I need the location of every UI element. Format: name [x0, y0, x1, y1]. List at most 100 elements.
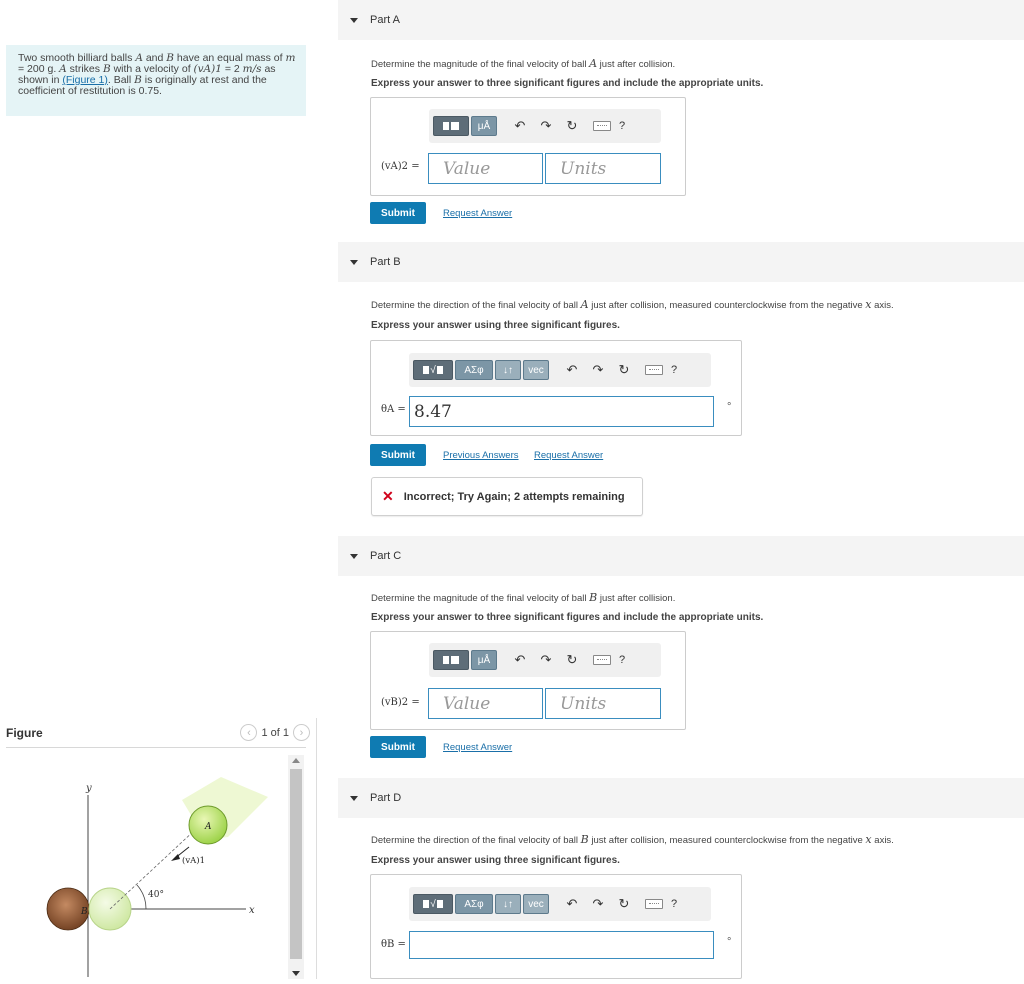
- redo-icon[interactable]: ↷: [589, 362, 607, 378]
- template-icon: [436, 900, 443, 908]
- part-c-submit-button[interactable]: Submit: [370, 736, 426, 758]
- part-title: Part C: [370, 550, 402, 562]
- part-d-header[interactable]: Part D: [338, 778, 1024, 818]
- help-button[interactable]: ?: [671, 898, 677, 910]
- feedback-text: Incorrect; Try Again; 2 attempts remaini…: [403, 490, 625, 503]
- part-b-request-answer[interactable]: Request Answer: [534, 450, 603, 461]
- part-title: Part A: [370, 14, 400, 26]
- part-b-value-input[interactable]: 8.47: [409, 396, 714, 427]
- part-c-value-input[interactable]: Value: [428, 688, 543, 719]
- undo-icon[interactable]: ↶: [563, 362, 581, 378]
- template-icon: [451, 656, 459, 664]
- redo-icon[interactable]: ↷: [537, 118, 555, 134]
- part-a-units-input[interactable]: Units: [545, 153, 661, 184]
- part-b-variable: θA =: [381, 404, 406, 415]
- redo-icon[interactable]: ↷: [589, 896, 607, 912]
- keyboard-icon[interactable]: [645, 899, 663, 909]
- template-icon: [443, 122, 449, 130]
- sqrt-icon: √: [430, 898, 436, 910]
- reset-icon[interactable]: ↻: [615, 362, 633, 378]
- figure-title: Figure: [6, 726, 43, 740]
- scroll-down-icon[interactable]: [292, 971, 300, 976]
- degree-unit: °: [727, 401, 732, 413]
- figure-header: Figure ‹ 1 of 1 ›: [6, 724, 310, 748]
- undo-icon[interactable]: ↶: [511, 652, 529, 668]
- part-b-previous-answers[interactable]: Previous Answers: [443, 450, 519, 461]
- units-button[interactable]: μÅ: [471, 116, 497, 136]
- undo-icon[interactable]: ↶: [511, 118, 529, 134]
- sqrt-icon: √: [430, 364, 436, 376]
- part-b-emphasis: Express your answer using three signific…: [371, 320, 620, 331]
- prev-figure-button[interactable]: ‹: [240, 724, 258, 741]
- undo-icon[interactable]: ↶: [563, 896, 581, 912]
- chevron-left-icon: ‹: [247, 726, 251, 739]
- arrows-button[interactable]: ↓↑: [495, 894, 521, 914]
- keyboard-icon[interactable]: [593, 655, 611, 665]
- greek-button[interactable]: ΑΣφ: [455, 360, 493, 380]
- template-icon: [451, 122, 459, 130]
- part-c-request-answer[interactable]: Request Answer: [443, 742, 512, 753]
- units-button[interactable]: μÅ: [471, 650, 497, 670]
- ball-b-label: B: [80, 907, 88, 917]
- part-c-variable: (vB)2 =: [381, 697, 420, 708]
- part-b-feedback: ✕ Incorrect; Try Again; 2 attempts remai…: [371, 477, 643, 516]
- reset-icon[interactable]: ↻: [563, 118, 581, 134]
- part-d-variable: θB =: [381, 939, 406, 950]
- part-d-answer-box: √ ΑΣφ ↓↑ vec ↶ ↷ ↻ ? θB = °: [370, 874, 742, 979]
- scroll-thumb[interactable]: [290, 769, 302, 959]
- part-a-submit-button[interactable]: Submit: [370, 202, 426, 224]
- help-button[interactable]: ?: [619, 654, 625, 666]
- keyboard-icon[interactable]: [593, 121, 611, 131]
- part-c-answer-box: μÅ ↶ ↷ ↻ ? (vB)2 = Value Units: [370, 631, 686, 730]
- instruction-var: B: [589, 591, 598, 604]
- velocity-label: (vA)1: [182, 855, 205, 866]
- arrows-button[interactable]: ↓↑: [495, 360, 521, 380]
- part-c-units-input[interactable]: Units: [545, 688, 661, 719]
- template-button[interactable]: [433, 116, 469, 136]
- figure-page-indicator: 1 of 1: [261, 726, 289, 739]
- template-button[interactable]: √: [413, 894, 453, 914]
- figure-scrollbar[interactable]: [288, 755, 304, 979]
- template-button[interactable]: [433, 650, 469, 670]
- vec-button[interactable]: vec: [523, 360, 549, 380]
- part-d-instruction: Determine the direction of the final vel…: [371, 833, 894, 846]
- angle-label: 40°: [148, 890, 164, 900]
- reset-icon[interactable]: ↻: [615, 896, 633, 912]
- caret-down-icon: [350, 795, 358, 801]
- redo-icon[interactable]: ↷: [537, 652, 555, 668]
- template-icon: [436, 366, 443, 374]
- part-d-value-input[interactable]: [409, 931, 714, 959]
- instruction-var: B: [580, 833, 589, 846]
- part-a-request-answer[interactable]: Request Answer: [443, 208, 512, 219]
- part-title: Part D: [370, 792, 402, 804]
- help-button[interactable]: ?: [619, 120, 625, 132]
- degree-unit: °: [727, 936, 732, 948]
- angle-arc: [136, 884, 147, 910]
- part-b-submit-button[interactable]: Submit: [370, 444, 426, 466]
- instruction-text: Determine the direction of the final vel…: [371, 300, 581, 311]
- caret-down-icon: [350, 17, 358, 23]
- x-axis-label: x: [249, 905, 255, 916]
- keyboard-icon[interactable]: [645, 365, 663, 375]
- help-button[interactable]: ?: [671, 364, 677, 376]
- template-button[interactable]: √: [413, 360, 453, 380]
- part-a-header[interactable]: Part A: [338, 0, 1024, 40]
- instruction-text: axis.: [871, 300, 894, 311]
- part-c-toolbar: μÅ ↶ ↷ ↻ ?: [429, 643, 661, 677]
- part-a-toolbar: μÅ ↶ ↷ ↻ ?: [429, 109, 661, 143]
- reset-icon[interactable]: ↻: [563, 652, 581, 668]
- part-a-answer-box: μÅ ↶ ↷ ↻ ? (vA)2 = Value Units: [370, 97, 686, 196]
- part-a-instruction: Determine the magnitude of the final vel…: [371, 57, 675, 70]
- scroll-up-icon[interactable]: [292, 758, 300, 763]
- vec-button[interactable]: vec: [523, 894, 549, 914]
- chevron-right-icon: ›: [299, 726, 304, 739]
- greek-button[interactable]: ΑΣφ: [455, 894, 493, 914]
- y-axis-label: y: [85, 783, 92, 794]
- next-figure-button[interactable]: ›: [293, 724, 310, 741]
- part-b-header[interactable]: Part B: [338, 242, 1024, 282]
- billiard-diagram: y x B 40° A (vA)1: [46, 777, 268, 977]
- part-c-header[interactable]: Part C: [338, 536, 1024, 576]
- part-a-value-input[interactable]: Value: [428, 153, 543, 184]
- figure-image: y x B 40° A (vA)1: [6, 755, 286, 979]
- template-icon: [443, 656, 449, 664]
